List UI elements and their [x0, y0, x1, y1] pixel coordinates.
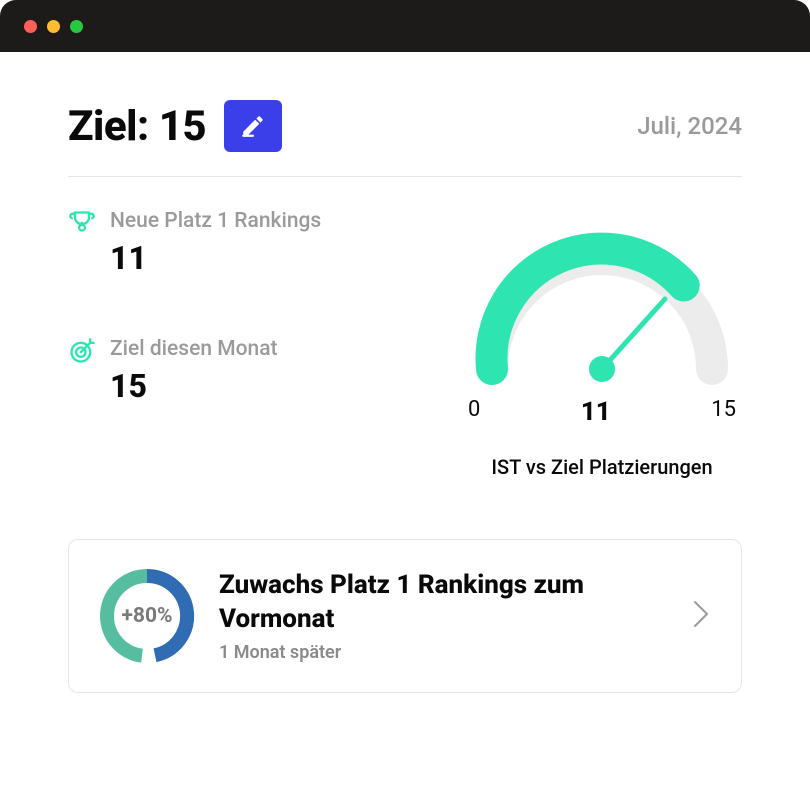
stat-label: Ziel diesen Monat	[110, 337, 278, 361]
date-label: Juli, 2024	[637, 112, 742, 140]
gauge-labels: 0 11 15	[462, 397, 742, 427]
stat-label: Neue Platz 1 Rankings	[110, 209, 321, 233]
widget-content: Ziel: 15 Juli, 2024	[0, 52, 810, 733]
gauge-max: 15	[711, 397, 736, 427]
edit-goal-button[interactable]	[224, 100, 282, 152]
growth-title: Zuwachs Platz 1 Rankings zum Vormonat	[219, 569, 667, 637]
growth-text: Zuwachs Platz 1 Rankings zum Vormonat 1 …	[219, 569, 667, 664]
stat-text: Neue Platz 1 Rankings 11	[110, 209, 321, 277]
maximize-icon[interactable]	[70, 20, 83, 33]
stats-left: Neue Platz 1 Rankings 11 Zi	[68, 209, 321, 479]
donut-chart: +80%	[99, 568, 195, 664]
header-row: Ziel: 15 Juli, 2024	[68, 100, 742, 177]
stat-value: 11	[110, 239, 321, 277]
donut-percent: +80%	[121, 604, 172, 628]
target-icon	[68, 337, 96, 365]
widget-window: Ziel: 15 Juli, 2024	[0, 0, 810, 733]
stat-new-rankings: Neue Platz 1 Rankings 11	[68, 209, 321, 277]
goal-title: Ziel: 15	[68, 102, 206, 151]
gauge-min: 0	[468, 397, 480, 427]
growth-card[interactable]: +80% Zuwachs Platz 1 Rankings zum Vormon…	[68, 539, 742, 693]
gauge-area: 0 11 15 IST vs Ziel Platzierungen	[462, 209, 742, 479]
stat-value: 15	[110, 367, 278, 405]
stat-text: Ziel diesen Monat 15	[110, 337, 278, 405]
gauge-chart	[462, 219, 742, 389]
gauge-caption: IST vs Ziel Platzierungen	[491, 455, 712, 479]
close-icon[interactable]	[24, 20, 37, 33]
minimize-icon[interactable]	[47, 20, 60, 33]
chevron-right-icon	[691, 598, 711, 634]
growth-subtitle: 1 Monat später	[219, 642, 667, 663]
header-left: Ziel: 15	[68, 100, 282, 152]
trophy-icon	[68, 209, 96, 237]
window-titlebar	[0, 0, 810, 52]
stats-row: Neue Platz 1 Rankings 11 Zi	[68, 209, 742, 479]
stat-month-goal: Ziel diesen Monat 15	[68, 337, 321, 405]
edit-icon	[240, 113, 266, 139]
gauge-current: 11	[581, 397, 611, 427]
